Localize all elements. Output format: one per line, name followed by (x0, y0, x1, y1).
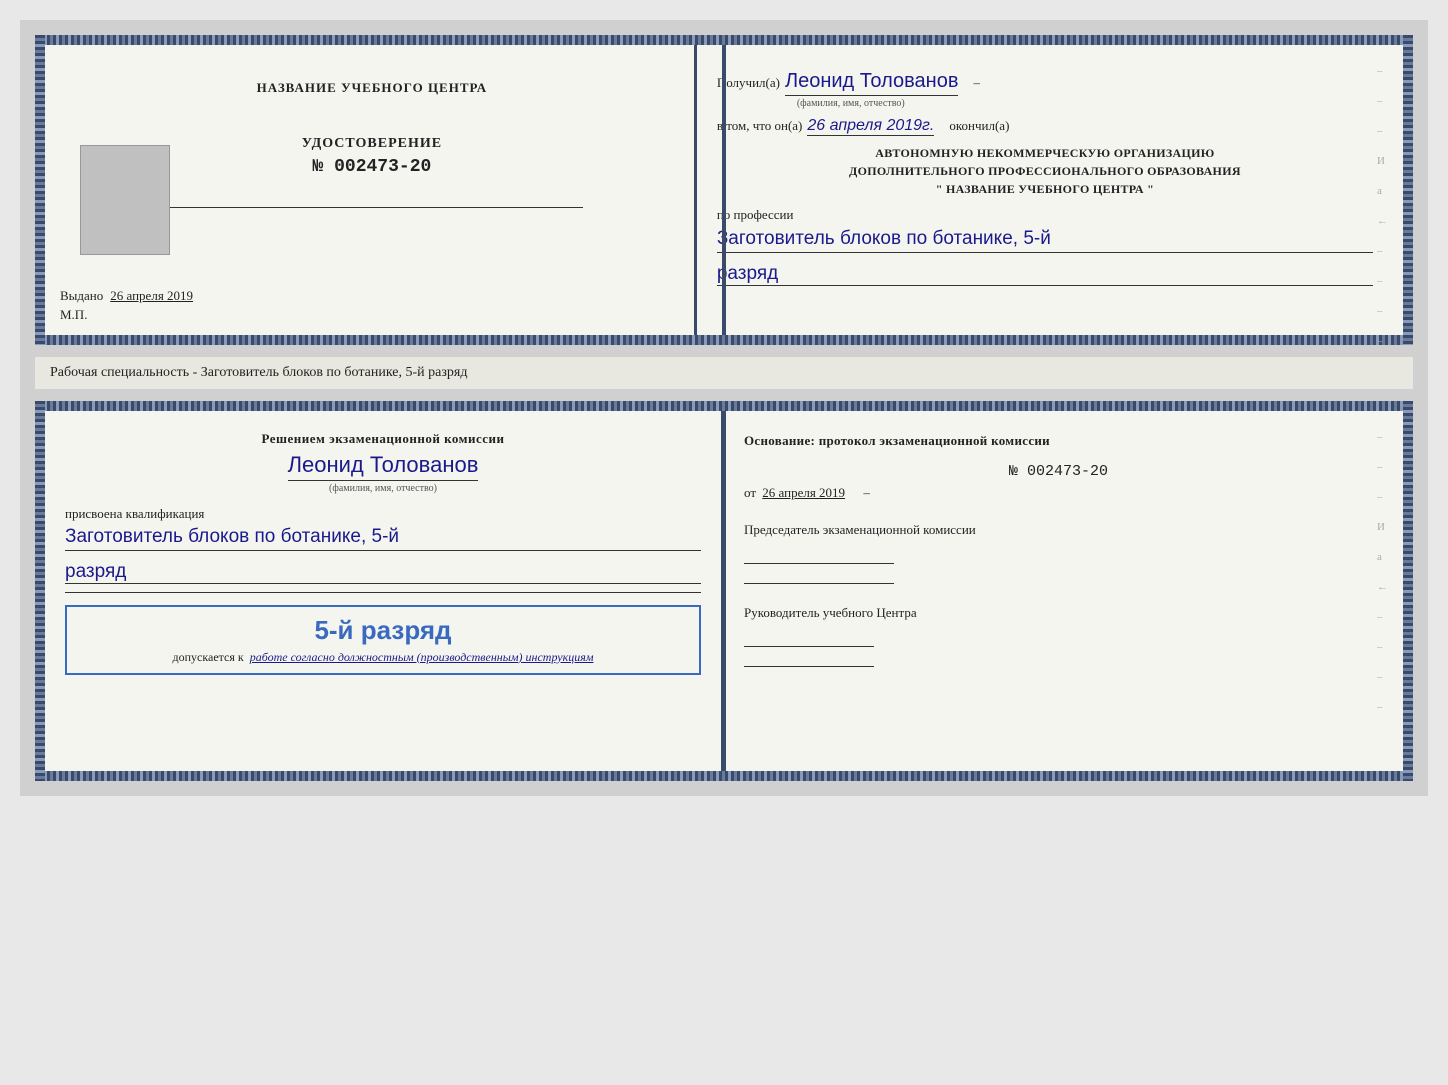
doc1-left-panel: НАЗВАНИЕ УЧЕБНОГО ЦЕНТРА УДОСТОВЕРЕНИЕ №… (45, 45, 697, 335)
stamp-italic: работе согласно должностным (производств… (250, 650, 594, 664)
assigned-text: присвоена квалификация (65, 506, 701, 522)
right-edge-marks-2: – – – И а ← – – – – (1377, 431, 1388, 713)
confirm-prefix: в том, что он(а) (717, 118, 803, 134)
document-1: НАЗВАНИЕ УЧЕБНОГО ЦЕНТРА УДОСТОВЕРЕНИЕ №… (35, 35, 1413, 345)
border-right-1 (1403, 35, 1413, 345)
border-left-2 (35, 401, 45, 781)
page-container: НАЗВАНИЕ УЧЕБНОГО ЦЕНТРА УДОСТОВЕРЕНИЕ №… (20, 20, 1428, 796)
separator-2 (65, 592, 701, 593)
received-section: Получил(а) Леонид Толованов – (717, 70, 1373, 96)
recipient-name: Леонид Толованов (785, 70, 959, 96)
border-bottom-2 (35, 771, 1413, 781)
border-top-2 (35, 401, 1413, 411)
confirm-suffix: окончил(а) (949, 118, 1009, 134)
head-name-line (744, 652, 874, 667)
stamp-prefix: допускается к работе согласно должностны… (79, 650, 687, 665)
stamp-box: 5-й разряд допускается к работе согласно… (65, 605, 701, 675)
stamp-rank: 5-й разряд (79, 615, 687, 646)
doc2-right-panel: – – – И а ← – – – – Основание: протокол … (724, 411, 1403, 771)
confirm-section: в том, что он(а) 26 апреля 2019г. окончи… (717, 117, 1373, 136)
doc1-right-panel: – – – И а ← – – – – Получил(а) Леонид То… (697, 45, 1403, 335)
cert-number: № 002473-20 (313, 157, 432, 177)
issued-section: Выдано 26 апреля 2019 (60, 287, 193, 305)
fio-label-2: (фамилия, имя, отчество) (65, 483, 701, 494)
right-edge-marks: – – – И а ← – – – – (1377, 65, 1388, 347)
fio-label-1: (фамилия, имя, отчество) (797, 98, 1373, 109)
head-title: Руководитель учебного Центра (744, 604, 1373, 622)
issued-prefix: Выдано (60, 288, 103, 303)
divider-2 (722, 411, 726, 771)
org-line1: АВТОНОМНУЮ НЕКОММЕРЧЕСКУЮ ОРГАНИЗАЦИЮ (717, 144, 1373, 162)
doc2-left-panel: Решением экзаменационной комиссии Леонид… (45, 411, 724, 771)
chairman-name-line (744, 569, 894, 584)
chairman-signature-line (744, 544, 894, 564)
rank-1: разряд (717, 263, 1373, 286)
received-prefix: Получил(а) (717, 75, 780, 91)
issued-date: 26 апреля 2019 (110, 288, 193, 303)
rank-2: разряд (65, 561, 701, 584)
decision-text: Решением экзаменационной комиссии (65, 431, 701, 447)
border-right-2 (1403, 401, 1413, 781)
profession-prefix: по профессии (717, 207, 794, 222)
person-name-container: Леонид Толованов (65, 452, 701, 481)
org-line2: ДОПОЛНИТЕЛЬНОГО ПРОФЕССИОНАЛЬНОГО ОБРАЗО… (717, 162, 1373, 180)
person-name: Леонид Толованов (288, 452, 479, 481)
cert-label: УДОСТОВЕРЕНИЕ (302, 136, 442, 152)
bottom-left-area: Выдано 26 апреля 2019 (60, 287, 193, 305)
from-date-section: от 26 апреля 2019 – (744, 485, 1373, 501)
mp-label: М.П. (60, 307, 87, 323)
border-left-1 (35, 35, 45, 345)
from-date: 26 апреля 2019 (762, 485, 845, 500)
protocol-number: № 002473-20 (744, 463, 1373, 480)
divider-1 (722, 45, 726, 335)
org-block: АВТОНОМНУЮ НЕКОММЕРЧЕСКУЮ ОРГАНИЗАЦИЮ ДО… (717, 144, 1373, 198)
photo-placeholder (80, 145, 170, 255)
middle-label: Рабочая специальность - Заготовитель бло… (35, 357, 1413, 389)
school-name-title: НАЗВАНИЕ УЧЕБНОГО ЦЕНТРА (257, 80, 488, 96)
chairman-title: Председатель экзаменационной комиссии (744, 521, 1373, 539)
profession-section: по профессии Заготовитель блоков по бота… (717, 206, 1373, 286)
basis-text: Основание: протокол экзаменационной коми… (744, 431, 1373, 451)
dash-2: – (863, 485, 870, 500)
border-top-1 (35, 35, 1413, 45)
qualification-name: Заготовитель блоков по ботанике, 5-й (65, 525, 701, 551)
border-bottom-1 (35, 335, 1413, 345)
document-2: Решением экзаменационной комиссии Леонид… (35, 401, 1413, 781)
from-prefix: от (744, 485, 756, 500)
confirm-date: 26 апреля 2019г. (807, 117, 934, 136)
profession-name: Заготовитель блоков по ботанике, 5-й (717, 227, 1373, 253)
dash-1: – (973, 75, 980, 91)
org-name: " НАЗВАНИЕ УЧЕБНОГО ЦЕНТРА " (717, 180, 1373, 198)
head-signature-line (744, 627, 874, 647)
separator-line-1 (161, 207, 584, 208)
